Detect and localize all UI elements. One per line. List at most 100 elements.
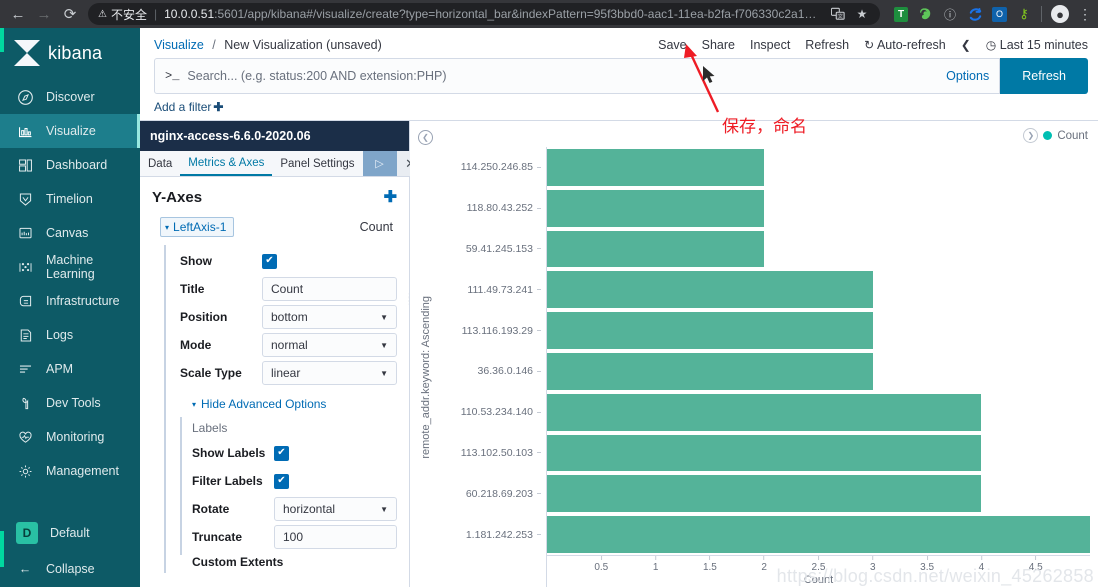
inspect-button[interactable]: Inspect [750,38,790,52]
refresh-button[interactable]: Refresh [805,38,849,52]
options-button[interactable]: Options [934,69,989,83]
dashboard-icon [16,156,34,174]
evernote-extension-icon[interactable] [917,6,933,22]
axis-scale-type-select[interactable]: linear ▼ [262,361,397,385]
filter-labels-checkbox[interactable]: ✔ [274,473,289,489]
workspace: nginx-access-6.6.0-2020.06 Data Metrics … [140,120,1098,587]
left-axis-toggle[interactable]: ▾ LeftAxis-1 [160,217,235,237]
timepicker-collapse-icon[interactable]: ❮ [961,38,971,52]
bar[interactable] [547,434,982,472]
not-secure-label: 不安全 [110,7,147,22]
axis-title-input[interactable]: Count [262,277,397,301]
share-button[interactable]: Share [702,38,735,52]
bar-slot [547,392,1090,433]
time-range-picker[interactable]: ◷ Last 15 minutes [986,38,1088,52]
sidebar-item-label: Dashboard [46,158,108,172]
sync-extension-icon[interactable] [967,6,983,22]
field-control: Count [262,277,397,301]
sidebar-item-monitoring[interactable]: Monitoring [0,420,140,454]
sidebar-item-label: Visualize [46,124,96,138]
translate-icon[interactable]: 文 [830,6,846,22]
reload-icon[interactable]: ⟳ [58,2,82,26]
auto-refresh-button[interactable]: ↻ Auto-refresh [864,38,946,52]
bar[interactable] [547,393,982,431]
apply-changes-button[interactable]: ▷ [362,151,397,176]
sidebar-collapse-button[interactable]: ← Collapse [0,551,140,587]
bar[interactable] [547,149,765,186]
bar-slot [547,188,1090,229]
tab-data[interactable]: Data [140,151,180,176]
machine-learning-icon [16,258,34,276]
address-bar[interactable]: ⚠ 不安全 | 10.0.0.51:5601/app/kibana#/visua… [88,3,880,25]
compass-icon [16,88,34,106]
profile-avatar-icon[interactable]: ● [1051,5,1069,23]
labels-rotate-select[interactable]: horizontal ▼ [274,497,397,521]
sidebar-item-label: Infrastructure [46,294,120,308]
sidebar-item-logs[interactable]: Logs [0,318,140,352]
custom-extents-section-title[interactable]: Custom Extents [192,555,397,569]
sidebar-item-label: APM [46,362,74,376]
labels-group: Labels Show Labels ✔ Filter Labels ✔ Rot… [180,417,397,555]
field-control: ✔ [262,253,397,269]
labels-group-title: Labels [192,421,228,435]
advanced-options-toggle[interactable]: ▾ Hide Advanced Options [192,397,397,411]
axis-mode-select[interactable]: normal ▼ [262,333,397,357]
query-refresh-button[interactable]: Refresh [1000,58,1088,94]
bar[interactable] [547,312,873,349]
info-extension-icon[interactable]: ⓘ [942,6,958,22]
sidebar-item-infrastructure[interactable]: Infrastructure [0,284,140,318]
field-control: 100 [274,525,397,549]
sidebar-item-space[interactable]: D Default [0,515,140,551]
kibana-mark-icon [14,40,40,66]
sidebar-item-discover[interactable]: Discover [0,80,140,114]
legend-toggle-icon[interactable]: ❯ [1023,128,1039,143]
space-label: Default [50,526,90,540]
tab-metrics-axes[interactable]: Metrics & Axes [180,151,273,176]
query-bar-row: >_ Search... (e.g. status:200 AND extens… [140,58,1098,94]
browser-toolbar: ← → ⟳ ⚠ 不安全 | 10.0.0.51:5601/app/kibana#… [0,0,1098,28]
chart-collapse-left-icon[interactable]: ❮ [418,130,433,145]
watermark-text: https://blog.csdn.net/weixin_45262858 [776,566,1094,586]
save-button[interactable]: Save [658,38,687,52]
bar[interactable] [547,475,982,513]
sidebar-item-machine-learning[interactable]: Machine Learning [0,250,140,284]
shield-extension-icon[interactable]: T [894,6,908,22]
office-extension-icon[interactable]: O [992,6,1007,22]
breadcrumb-visualize-link[interactable]: Visualize [154,38,204,52]
show-axis-checkbox[interactable]: ✔ [262,253,277,269]
search-input[interactable]: >_ Search... (e.g. status:200 AND extens… [154,58,1001,94]
bar[interactable] [547,230,765,268]
key-extension-icon[interactable]: ⚷ [1016,6,1032,22]
sidebar-item-timelion[interactable]: Timelion [0,182,140,216]
kibana-logo[interactable]: kibana [0,28,140,80]
browser-menu-icon[interactable]: ⋮ [1078,6,1092,23]
y-axis-tick-label: 113.102.50.103 [454,433,546,474]
forward-icon[interactable]: → [32,2,56,26]
address-divider: | [153,7,158,21]
add-y-axis-button[interactable]: ✚ [384,187,397,207]
query-prompt-icon: >_ [165,69,180,83]
sidebar-item-canvas[interactable]: Canvas [0,216,140,250]
apm-icon [16,360,34,378]
labels-truncate-input[interactable]: 100 [274,525,397,549]
sidebar-item-apm[interactable]: APM [0,352,140,386]
sidebar-item-dashboard[interactable]: Dashboard [0,148,140,182]
panel-resize-handle[interactable]: ⋮⋮ [404,293,409,307]
kibana-sidebar: kibana Discover Visualize Dashboard Time… [0,28,140,587]
sidebar-item-management[interactable]: Management [0,454,140,488]
chevron-down-icon: ▾ [165,222,170,232]
chevron-down-icon: ▼ [380,312,388,322]
add-filter-button[interactable]: Add a filter ✚ [154,100,223,114]
bar[interactable] [547,271,873,309]
axis-position-select[interactable]: bottom ▼ [262,305,397,329]
sidebar-item-dev-tools[interactable]: Dev Tools [0,386,140,420]
tab-panel-settings[interactable]: Panel Settings [272,151,362,176]
bar[interactable] [547,516,1090,553]
bar[interactable] [547,352,873,390]
bookmark-star-icon[interactable]: ★ [854,6,870,22]
sidebar-item-visualize[interactable]: Visualize [0,114,140,148]
bar[interactable] [547,189,765,227]
legend-item-label[interactable]: Count [1057,130,1088,142]
back-icon[interactable]: ← [6,2,30,26]
show-labels-checkbox[interactable]: ✔ [274,445,289,461]
